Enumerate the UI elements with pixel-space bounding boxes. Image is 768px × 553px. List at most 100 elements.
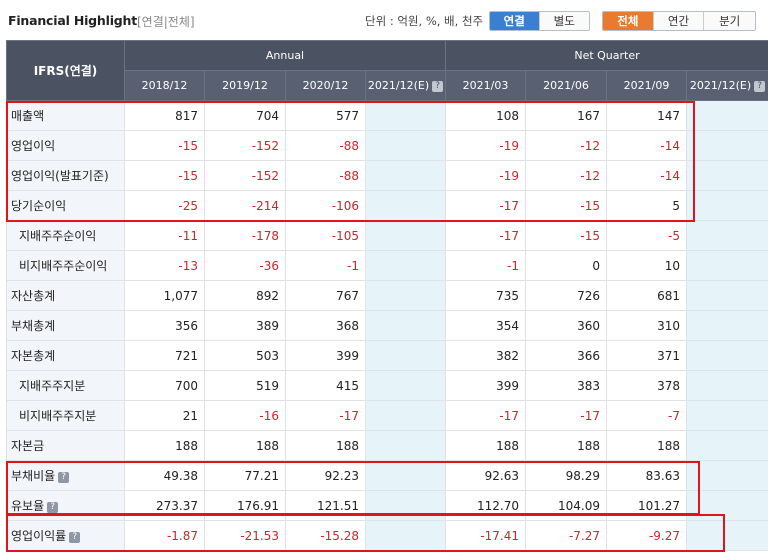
value-cell: 121.51	[285, 490, 366, 521]
row-label: 유보율	[11, 499, 45, 513]
value-cell: 188	[525, 430, 607, 461]
column-header-label: 2019/12	[222, 79, 268, 92]
value-cell	[365, 520, 446, 551]
value-cell: 83.63	[606, 460, 687, 491]
value-cell: -15	[124, 130, 205, 161]
value-cell	[686, 370, 768, 401]
value-cell	[686, 130, 768, 161]
value-cell	[365, 160, 446, 191]
period-annual-button[interactable]: 연간	[653, 12, 705, 30]
value-cell: -12	[525, 130, 607, 161]
value-cell: 188	[204, 430, 286, 461]
value-cell: 371	[606, 340, 687, 371]
value-cell	[365, 340, 446, 371]
value-cell: 681	[606, 280, 687, 311]
help-icon[interactable]: ?	[47, 502, 59, 513]
value-cell	[686, 460, 768, 491]
table-row: 비지배주주순이익 -13 -36 -1 -1 0 10	[6, 250, 768, 281]
column-header: 2021/12(E)?	[365, 70, 446, 101]
value-cell: 92.23	[285, 460, 366, 491]
scope-toggle: 연결 별도	[489, 11, 590, 31]
value-cell: -14	[606, 160, 687, 191]
value-cell: -15	[124, 160, 205, 191]
value-cell	[365, 130, 446, 161]
value-cell	[686, 280, 768, 311]
help-icon[interactable]: ?	[69, 532, 81, 543]
row-label-cell: 자산총계	[6, 280, 125, 311]
consolidated-button[interactable]: 연결	[490, 12, 540, 30]
column-header-label: 2020/12	[302, 79, 349, 92]
value-cell	[686, 190, 768, 221]
row-label-cell: 지배주주순이익	[6, 220, 125, 251]
value-cell: 399	[445, 370, 526, 401]
table-row: 매출액 817 704 577 108 167 147	[6, 100, 768, 131]
value-cell: -1.87	[124, 520, 205, 551]
row-label: 영업이익(발표기준)	[11, 169, 109, 183]
row-label: 부채비율	[11, 469, 56, 483]
column-header-label: 2021/12(E)	[689, 79, 752, 92]
table-row: 영업이익 -15 -152 -88 -19 -12 -14	[6, 130, 768, 161]
value-cell: -152	[204, 130, 286, 161]
value-cell	[365, 430, 446, 461]
column-header: 2021/12(E)?	[686, 70, 768, 101]
value-cell: 360	[525, 310, 607, 341]
table-row: 자본총계 721 503 399 382 366 371	[6, 340, 768, 371]
value-cell: -19	[445, 130, 526, 161]
table-row: 자산총계 1,077 892 767 735 726 681	[6, 280, 768, 311]
value-cell: 399	[285, 340, 366, 371]
value-cell: 176.91	[204, 490, 286, 521]
value-cell	[365, 220, 446, 251]
table-row: 지배주주순이익 -11 -178 -105 -17 -15 -5	[6, 220, 768, 251]
value-cell: 519	[204, 370, 286, 401]
value-cell: 98.29	[525, 460, 607, 491]
financial-table: IFRS(연결) Annual Net Quarter 2018/12 2019/…	[6, 40, 768, 551]
row-label: 지배주주지분	[19, 379, 86, 393]
value-cell: 167	[525, 100, 607, 131]
value-cell	[686, 310, 768, 341]
row-label-cell: 자본총계	[6, 340, 125, 371]
value-cell	[365, 280, 446, 311]
column-header-label: 2021/12(E)	[367, 79, 430, 92]
value-cell: -9.27	[606, 520, 687, 551]
page-subtitle: [연결|전체]	[137, 15, 195, 29]
value-cell	[365, 190, 446, 221]
column-header-label: 2021/06	[543, 79, 589, 92]
row-label: 지배주주순이익	[19, 229, 97, 243]
value-cell: 21	[124, 400, 205, 431]
row-label: 자본총계	[11, 349, 56, 363]
value-cell: 735	[445, 280, 526, 311]
corner-header: IFRS(연결)	[6, 40, 125, 101]
column-header: 2019/12	[204, 70, 286, 101]
value-cell: 704	[204, 100, 286, 131]
table-row: 부채비율? 49.38 77.21 92.23 92.63 98.29 83.63	[6, 460, 768, 491]
row-label-cell: 영업이익률?	[6, 520, 125, 551]
value-cell	[365, 310, 446, 341]
value-cell: 415	[285, 370, 366, 401]
annual-group-header: Annual	[124, 40, 446, 71]
value-cell: -88	[285, 160, 366, 191]
value-cell: -7.27	[525, 520, 607, 551]
help-icon[interactable]: ?	[432, 81, 444, 92]
value-cell	[686, 160, 768, 191]
quarter-group-header: Net Quarter	[445, 40, 768, 71]
value-cell: -5	[606, 220, 687, 251]
help-icon[interactable]: ?	[754, 81, 766, 92]
value-cell: -17	[445, 220, 526, 251]
table-row: 유보율? 273.37 176.91 121.51 112.70 104.09 101.27	[6, 490, 768, 521]
value-cell: 310	[606, 310, 687, 341]
value-cell: 383	[525, 370, 607, 401]
row-label-cell: 부채총계	[6, 310, 125, 341]
separate-button[interactable]: 별도	[539, 12, 589, 30]
period-quarter-button[interactable]: 분기	[704, 12, 755, 30]
value-cell: 5	[606, 190, 687, 221]
value-cell: -17.41	[445, 520, 526, 551]
value-cell: -15	[525, 220, 607, 251]
value-cell: 108	[445, 100, 526, 131]
value-cell: -7	[606, 400, 687, 431]
value-cell: 10	[606, 250, 687, 281]
value-cell: -106	[285, 190, 366, 221]
row-label-cell: 지배주주지분	[6, 370, 125, 401]
period-all-button[interactable]: 전체	[603, 12, 654, 30]
help-icon[interactable]: ?	[58, 472, 70, 483]
row-label-cell: 부채비율?	[6, 460, 125, 491]
